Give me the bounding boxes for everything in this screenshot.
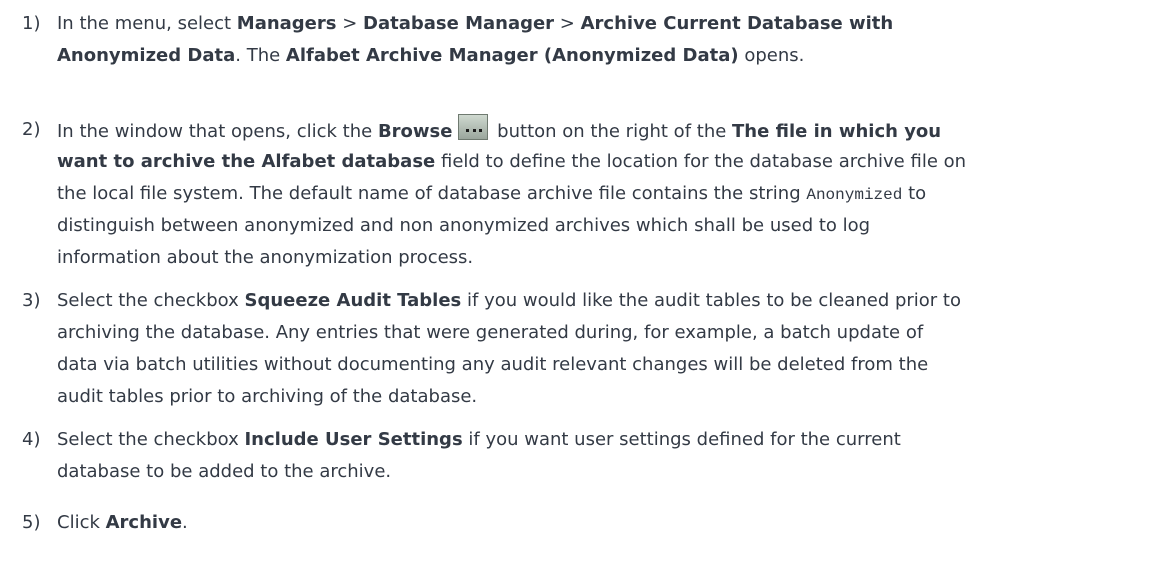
- bold-term: Managers: [236, 13, 337, 34]
- text-segment: data via batch utilities without documen…: [57, 354, 929, 375]
- step-4: 4) Select the checkbox Include User Sett…: [0, 424, 1160, 488]
- bold-term: Anonymized Data: [57, 45, 236, 66]
- bold-term: Archive: [105, 512, 183, 533]
- bold-term: want to archive the Alfabet database: [57, 151, 436, 172]
- text-line: In the menu, select Managers > Database …: [57, 8, 1160, 40]
- step-number: 2): [22, 119, 41, 140]
- step-5: 5) Click Archive.: [0, 507, 1160, 539]
- instruction-steps: 1) In the menu, select Managers > Databa…: [0, 0, 1167, 563]
- text-segment: distinguish between anonymized and non a…: [57, 215, 871, 236]
- bold-term: Squeeze Audit Tables: [244, 290, 462, 311]
- text-segment: In the menu, select: [57, 13, 237, 34]
- step-1: 1) In the menu, select Managers > Databa…: [0, 8, 1160, 72]
- bold-term: Database Manager: [363, 13, 555, 34]
- text-line: Select the checkbox Include User Setting…: [57, 424, 1160, 456]
- text-segment: Click: [57, 512, 106, 533]
- text-segment: . The: [235, 45, 286, 66]
- text-line: data via batch utilities without documen…: [57, 349, 1160, 381]
- text-line: In the window that opens, click the Brow…: [57, 114, 1160, 146]
- text-segment: database to be added to the archive.: [57, 461, 392, 482]
- text-line: Select the checkbox Squeeze Audit Tables…: [57, 285, 1160, 317]
- text-segment: if you want user settings defined for th…: [462, 429, 901, 450]
- text-segment: archiving the database. Any entries that…: [57, 322, 924, 343]
- text-line: archiving the database. Any entries that…: [57, 317, 1160, 349]
- text-line: audit tables prior to archiving of the d…: [57, 381, 1160, 413]
- text-segment: In the window that opens, click the: [57, 121, 378, 142]
- step-2: 2) In the window that opens, click the B…: [0, 114, 1160, 274]
- step-text: Click Archive.: [57, 507, 1160, 539]
- code-term: Anonymized: [806, 186, 903, 204]
- step-text: In the window that opens, click the Brow…: [57, 114, 1160, 274]
- step-text: In the menu, select Managers > Database …: [57, 8, 1160, 72]
- bold-term: Include User Settings: [244, 429, 463, 450]
- text-line: distinguish between anonymized and non a…: [57, 210, 1160, 242]
- text-line: information about the anonymization proc…: [57, 242, 1160, 274]
- step-text: Select the checkbox Squeeze Audit Tables…: [57, 285, 1160, 413]
- text-line: database to be added to the archive.: [57, 456, 1160, 488]
- text-line: want to archive the Alfabet database fie…: [57, 146, 1160, 178]
- step-3: 3) Select the checkbox Squeeze Audit Tab…: [0, 285, 1160, 413]
- step-number: 3): [22, 290, 41, 311]
- text-segment: audit tables prior to archiving of the d…: [57, 386, 478, 407]
- step-number: 5): [22, 512, 41, 533]
- text-segment: >: [336, 13, 364, 34]
- bold-term: The file in which you: [732, 121, 942, 142]
- text-segment: to: [902, 183, 927, 204]
- text-line: Anonymized Data. The Alfabet Archive Man…: [57, 40, 1160, 72]
- text-segment: button on the right of the: [491, 121, 733, 142]
- text-line: the local file system. The default name …: [57, 178, 1160, 210]
- text-segment: .: [182, 512, 188, 533]
- text-segment: if you would like the audit tables to be…: [461, 290, 962, 311]
- bold-term: Alfabet Archive Manager (Anonymized Data…: [285, 45, 739, 66]
- step-text: Select the checkbox Include User Setting…: [57, 424, 1160, 488]
- browse-button-icon: [458, 114, 489, 140]
- text-segment: Select the checkbox: [57, 290, 245, 311]
- text-segment: opens.: [738, 45, 805, 66]
- text-line: Click Archive.: [57, 507, 1160, 539]
- text-segment: information about the anonymization proc…: [57, 247, 474, 268]
- text-segment: the local file system. The default name …: [57, 183, 807, 204]
- text-segment: >: [554, 13, 581, 34]
- bold-term: Archive Current Database with: [580, 13, 894, 34]
- bold-term: Browse: [377, 121, 453, 142]
- text-segment: Select the checkbox: [57, 429, 245, 450]
- text-segment: field to define the location for the dat…: [435, 151, 967, 172]
- step-number: 1): [22, 13, 41, 34]
- step-number: 4): [22, 429, 41, 450]
